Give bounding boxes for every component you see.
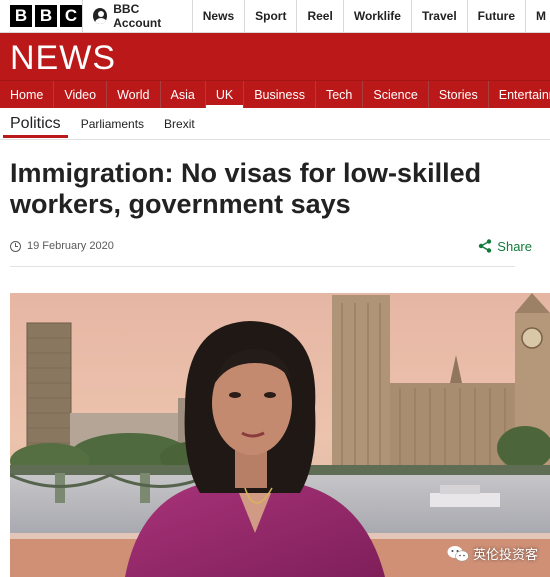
bbc-logo-letter: C [60,5,82,27]
sub-nav-parliaments[interactable]: Parliaments [71,117,154,131]
top-nav-sport[interactable]: Sport [244,0,296,32]
news-banner: NEWS [0,33,550,80]
share-button[interactable]: Share [478,239,532,254]
top-nav-future[interactable]: Future [466,0,525,32]
sub-nav-brexit[interactable]: Brexit [154,117,205,131]
section-nav-home[interactable]: Home [0,81,55,108]
bbc-logo[interactable]: B B C [0,0,82,32]
user-icon [93,8,108,24]
section-nav-world[interactable]: World [107,81,161,108]
top-nav: News Sport Reel Worklife Travel Future M [191,0,550,32]
watermark: 英伦投资客 [447,544,538,563]
divider [10,266,515,267]
section-nav-tech[interactable]: Tech [316,81,364,108]
bbc-logo-letter: B [10,5,32,27]
section-nav: Home Video World Asia UK Business Tech S… [0,80,550,108]
sub-nav: Politics Parliaments Brexit [0,108,550,140]
section-nav-uk[interactable]: UK [205,81,245,108]
article-hero-image: 英伦投资客 [10,293,550,577]
sub-nav-politics[interactable]: Politics [0,108,71,140]
top-nav-worklife[interactable]: Worklife [342,0,411,32]
section-nav-video[interactable]: Video [54,81,108,108]
top-nav-more[interactable]: M [525,0,550,32]
article-date: 19 February 2020 [27,240,114,252]
section-nav-science[interactable]: Science [363,81,429,108]
section-nav-asia[interactable]: Asia [161,81,206,108]
section-nav-entertainment[interactable]: Entertainment & [489,81,550,108]
account-link[interactable]: BBC Account [82,0,192,32]
top-nav-travel[interactable]: Travel [410,0,467,32]
section-nav-stories[interactable]: Stories [429,81,489,108]
top-bar: B B C BBC Account News Sport Reel Workli… [0,0,550,33]
article-meta: 19 February 2020 Share [10,236,532,256]
share-icon [479,239,492,253]
hero-photo [10,293,550,577]
top-nav-reel[interactable]: Reel [296,0,342,32]
bbc-logo-letter: B [35,5,57,27]
section-nav-business[interactable]: Business [244,81,316,108]
watermark-text: 英伦投资客 [472,547,538,562]
account-label: BBC Account [113,2,162,30]
clock-icon [10,240,21,252]
news-logo[interactable]: NEWS [10,39,116,78]
article-headline: Immigration: No visas for low-skilled wo… [10,158,482,219]
wechat-icon [447,545,469,561]
share-label: Share [497,238,532,254]
top-nav-news[interactable]: News [191,0,244,32]
